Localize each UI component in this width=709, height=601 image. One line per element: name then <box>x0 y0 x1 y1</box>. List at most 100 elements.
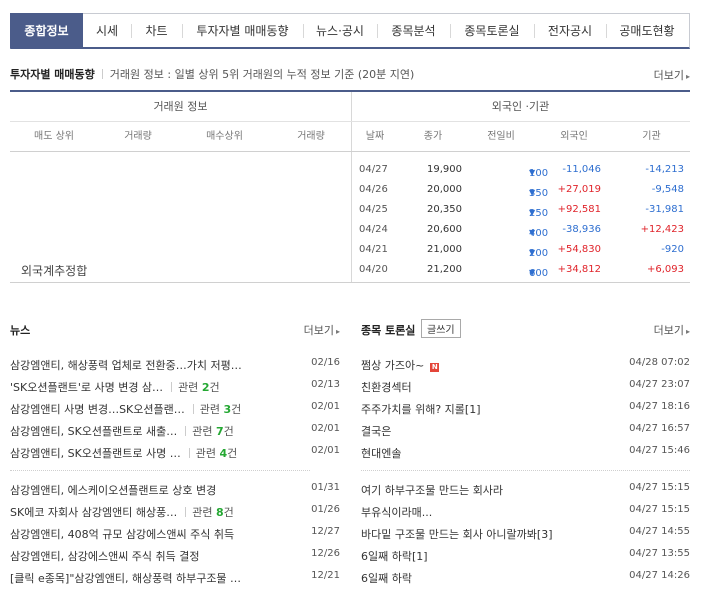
write-post-button[interactable]: 글쓰기 <box>421 319 461 338</box>
related-count: 4 <box>219 447 228 460</box>
news-link[interactable]: 삼강엠앤티 사명 변경…SK오션플랜… <box>10 403 185 416</box>
post-link[interactable]: 부유식이라매... <box>361 504 432 520</box>
investor-more-link[interactable]: 더보기 ▸ <box>654 67 690 83</box>
table-bottom-border <box>10 282 690 283</box>
row-foreign: +54,830 <box>557 244 601 255</box>
related-news-link[interactable]: 관련 2건 <box>163 381 220 394</box>
related-suffix: 건 <box>231 403 242 416</box>
row-close-price: 20,000 <box>427 184 462 195</box>
table-row: 04/25 20,350 ▼ 250 +92,581 -31,981 <box>351 200 690 220</box>
news-date: 02/01 <box>311 423 340 434</box>
related-label: 관련 <box>192 506 213 519</box>
tab-electronic-disclosure[interactable]: 전자공시 <box>534 14 606 47</box>
list-item: 부유식이라매... 04/27 15:15 <box>361 500 690 522</box>
news-link[interactable]: 삼강엠앤티, 삼강에스앤씨 주식 취득 결정 <box>10 548 200 564</box>
related-news-link[interactable]: 관련 3건 <box>185 403 242 416</box>
post-link[interactable]: 주주가치를 위해? 지롤[1] <box>361 401 481 417</box>
discussion-more-link[interactable]: 더보기 ▸ <box>654 322 690 338</box>
news-link[interactable]: 'SK오션플랜트'로 사명 변경 삼… <box>10 381 163 394</box>
news-date: 02/13 <box>311 379 340 390</box>
news-link[interactable]: 삼강엠앤티, SK오션플랜트로 사명 … <box>10 447 181 460</box>
list-item: 주주가치를 위해? 지롤[1] 04/27 18:16 <box>361 397 690 419</box>
row-date: 04/27 <box>359 164 388 175</box>
post-item: 쩜상 가즈아~ N <box>361 357 440 373</box>
investor-section-description: 거래원 정보 : 일별 상위 5위 거래원의 누적 정보 기준 (20분 지연) <box>109 68 415 81</box>
post-link[interactable]: 여기 하부구조물 만드는 회사라 <box>361 482 503 498</box>
news-date: 02/01 <box>311 401 340 412</box>
related-label: 관련 <box>178 381 199 394</box>
row-close-price: 20,350 <box>427 204 462 215</box>
row-date: 04/26 <box>359 184 388 195</box>
row-close-price: 21,200 <box>427 264 462 275</box>
tab-stock-analysis[interactable]: 종목분석 <box>377 14 450 47</box>
discussion-panel-header: 종목 토론실 글쓰기 더보기 ▸ <box>361 318 690 340</box>
stock-info-tabs: 종합정보 시세 차트 투자자별 매매동향 뉴스·공시 종목분석 종목토론실 전자… <box>10 13 690 49</box>
tab-news-disclosure[interactable]: 뉴스·공시 <box>303 14 377 47</box>
post-link[interactable]: 6일째 하락 <box>361 570 412 586</box>
row-date: 04/25 <box>359 204 388 215</box>
post-link[interactable]: 결국은 <box>361 423 391 439</box>
table-row: 04/21 21,000 ▼ 200 +54,830 -920 <box>351 240 690 260</box>
related-news-link[interactable]: 관련 7건 <box>177 425 234 438</box>
tab-discussion-board[interactable]: 종목토론실 <box>450 14 534 47</box>
news-link[interactable]: 삼강엠앤티, 해상풍력 업체로 전환중…가치 저평… <box>10 357 242 373</box>
tab-chart[interactable]: 차트 <box>131 14 182 47</box>
list-item: 삼강엠앤티, 408억 규모 삼강에스앤씨 주식 취득 12/27 <box>10 522 340 544</box>
related-divider <box>188 448 190 458</box>
list-item: 삼강엠앤티, SK오션플랜트로 사명 … 관련 4건 02/01 <box>10 441 340 463</box>
news-link[interactable]: 삼강엠앤티, 에스케이오션플랜트로 상호 변경 <box>10 482 216 498</box>
group-header-row: 거래원 정보 외국인 ·기관 <box>10 92 690 122</box>
row-institution: -14,213 <box>645 164 684 175</box>
post-date: 04/27 13:55 <box>629 548 690 559</box>
list-item: 삼강엠앤티, 삼강에스앤씨 주식 취득 결정 12/26 <box>10 544 340 566</box>
investor-section-title: 투자자별 매매동향 <box>10 68 95 81</box>
list-item: SK에코 자회사 삼강엠앤티 해상풍… 관련 8건 01/26 <box>10 500 340 522</box>
row-foreign: +27,019 <box>557 184 601 195</box>
tab-short-selling[interactable]: 공매도현황 <box>606 14 688 47</box>
news-more-link[interactable]: 더보기 ▸ <box>304 322 340 338</box>
list-item: 6일째 하락 04/27 14:26 <box>361 566 690 588</box>
related-count: 7 <box>216 425 224 438</box>
news-link[interactable]: 삼강엠앤티, 408억 규모 삼강에스앤씨 주식 취득 <box>10 526 234 542</box>
post-link[interactable]: 6일째 하락[1] <box>361 548 428 564</box>
list-item: 삼강엠앤티, SK오션플랜트로 새출… 관련 7건 02/01 <box>10 419 340 441</box>
post-link[interactable]: 친환경섹터 <box>361 379 412 395</box>
col-sell-volume: 거래량 <box>124 131 152 142</box>
col-date: 날짜 <box>365 131 385 142</box>
discussion-panel-title: 종목 토론실 <box>361 324 416 337</box>
related-suffix: 건 <box>223 506 234 519</box>
tab-price[interactable]: 시세 <box>83 14 131 47</box>
list-divider <box>361 470 690 471</box>
post-link[interactable]: 바다밑 구조물 만드는 회사 아니랄까봐[3] <box>361 526 553 542</box>
col-change: 전일비 <box>487 131 515 142</box>
table-row: 04/24 20,600 ▼ 400 -38,936 +12,423 <box>351 220 690 240</box>
col-foreign: 외국인 <box>560 131 588 142</box>
column-header-row: 매도 상위 거래량 매수상위 거래량 날짜 종가 전일비 외국인 기관 <box>10 122 690 152</box>
news-item: SK에코 자회사 삼강엠앤티 해상풍… 관련 8건 <box>10 504 234 520</box>
news-date: 01/31 <box>311 482 340 493</box>
foreign-group-header: 외국인 ·기관 <box>491 100 550 113</box>
tab-summary[interactable]: 종합정보 <box>10 13 83 48</box>
post-date: 04/27 16:57 <box>629 423 690 434</box>
list-item: 6일째 하락[1] 04/27 13:55 <box>361 544 690 566</box>
news-link[interactable]: SK에코 자회사 삼강엠앤티 해상풍… <box>10 506 177 519</box>
row-foreign: +92,581 <box>557 204 601 215</box>
list-item: [클릭 e종목]"삼강엠앤티, 해상풍력 하부구조물 … 12/21 <box>10 566 340 588</box>
tab-investor-trading[interactable]: 투자자별 매매동향 <box>182 14 303 47</box>
related-news-link[interactable]: 관련 4건 <box>181 447 237 460</box>
post-link[interactable]: 쩜상 가즈아~ <box>361 359 424 372</box>
related-count: 8 <box>216 506 224 519</box>
related-label: 관련 <box>195 447 216 460</box>
related-suffix: 건 <box>223 425 234 438</box>
related-news-link[interactable]: 관련 8건 <box>177 506 234 519</box>
broker-group-header: 거래원 정보 <box>153 100 208 113</box>
news-date: 02/16 <box>311 357 340 368</box>
list-item: 친환경섹터 04/27 23:07 <box>361 375 690 397</box>
news-date: 12/21 <box>311 570 340 581</box>
row-date: 04/24 <box>359 224 388 235</box>
news-link[interactable]: [클릭 e종목]"삼강엠앤티, 해상풍력 하부구조물 … <box>10 570 241 586</box>
post-link[interactable]: 현대엔솔 <box>361 445 401 461</box>
post-date: 04/27 18:16 <box>629 401 690 412</box>
news-link[interactable]: 삼강엠앤티, SK오션플랜트로 새출… <box>10 425 177 438</box>
table-row: 04/26 20,000 ▼ 350 +27,019 -9,548 <box>351 180 690 200</box>
